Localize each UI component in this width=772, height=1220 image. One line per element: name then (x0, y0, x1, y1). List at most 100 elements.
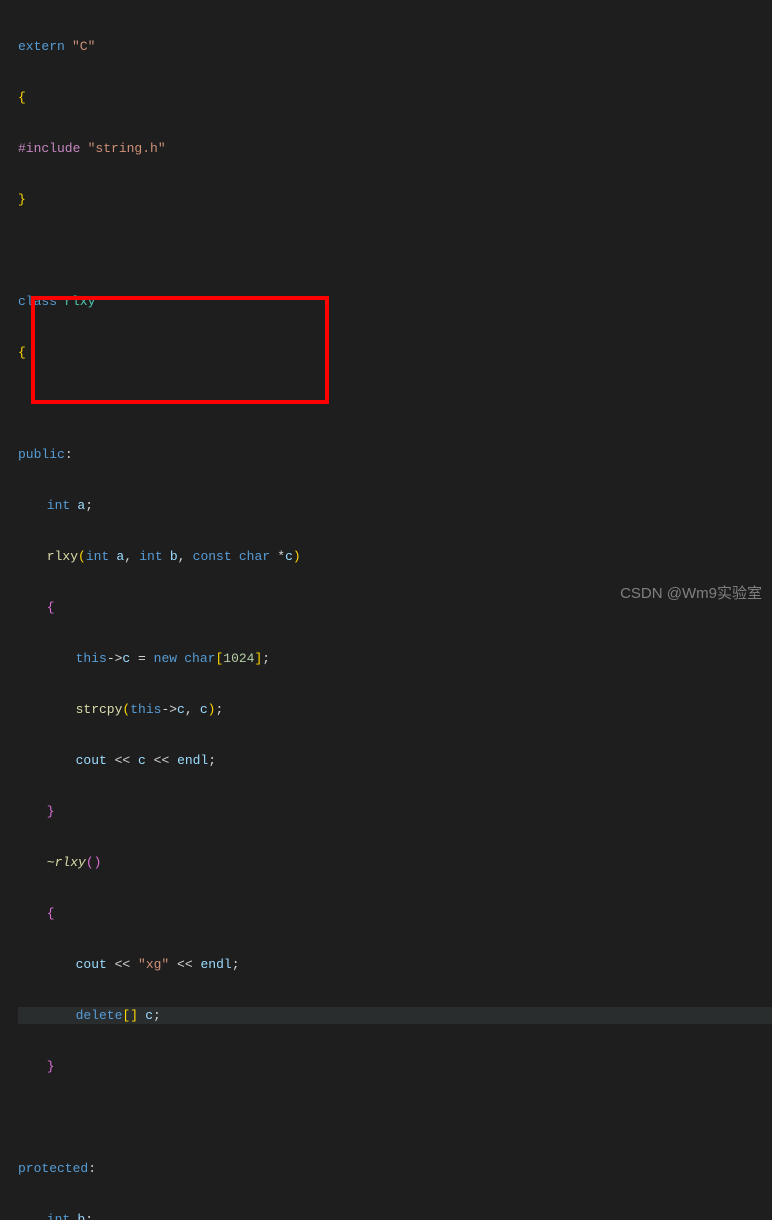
paren-open: ( (78, 548, 86, 565)
comma: , (185, 701, 193, 718)
code-line[interactable]: extern "C" (18, 38, 772, 55)
code-line[interactable]: cout << "xg" << endl; (18, 956, 772, 973)
dtor-name: rlxy (55, 854, 86, 871)
code-line[interactable] (18, 1109, 772, 1126)
keyword-char: char (184, 650, 215, 667)
paren-open: ( (86, 854, 94, 871)
arrow: -> (107, 650, 123, 667)
comma: , (178, 548, 186, 565)
semi: ; (215, 701, 223, 718)
var-b: b (77, 1211, 85, 1220)
code-line[interactable]: this->c = newchar[1024]; (18, 650, 772, 667)
keyword-this: this (76, 650, 107, 667)
brace-open: { (18, 344, 26, 361)
stream-op: << (107, 956, 138, 973)
semi: ; (262, 650, 270, 667)
arrow: -> (161, 701, 177, 718)
keyword-const: const (193, 548, 232, 565)
code-line[interactable]: #include "string.h" (18, 140, 772, 157)
brackets: [] (122, 1007, 138, 1024)
brace-open: { (47, 905, 55, 922)
keyword-extern: extern (18, 38, 65, 55)
code-line[interactable]: { (18, 89, 772, 106)
colon: : (88, 1160, 96, 1177)
keyword-int: int (86, 548, 109, 565)
param-b: b (170, 548, 178, 565)
var-c: c (138, 752, 146, 769)
string-literal: "C" (72, 38, 95, 55)
cout: cout (76, 752, 107, 769)
var-a: a (77, 497, 85, 514)
endl: endl (200, 956, 231, 973)
bracket-open: [ (215, 650, 223, 667)
watermark: CSDN @Wm9实验室 (620, 585, 762, 602)
code-line[interactable]: ~rlxy() (18, 854, 772, 871)
semi: ; (85, 497, 93, 514)
code-line[interactable]: { (18, 905, 772, 922)
code-line[interactable]: protected: (18, 1160, 772, 1177)
code-line[interactable]: } (18, 803, 772, 820)
string-literal: "xg" (138, 956, 169, 973)
assign: = (130, 650, 153, 667)
brace-open: { (18, 89, 26, 106)
var-c: c (145, 1007, 153, 1024)
tilde: ~ (47, 854, 55, 871)
brace-close: } (18, 191, 26, 208)
code-line[interactable] (18, 395, 772, 412)
code-line[interactable]: strcpy(this->c,c); (18, 701, 772, 718)
fn-strcpy: strcpy (76, 701, 123, 718)
colon: : (65, 446, 73, 463)
brace-close: } (47, 803, 55, 820)
keyword-public: public (18, 446, 65, 463)
code-line[interactable]: cout << c << endl; (18, 752, 772, 769)
endl: endl (177, 752, 208, 769)
keyword-int: int (47, 497, 70, 514)
brace-close: } (47, 1058, 55, 1075)
code-line-current[interactable]: delete[] c; (18, 1007, 772, 1024)
keyword-int: int (47, 1211, 70, 1220)
keyword-char: char (239, 548, 270, 565)
paren-open: ( (122, 701, 130, 718)
semi: ; (232, 956, 240, 973)
keyword-this: this (130, 701, 161, 718)
member-c: c (122, 650, 130, 667)
param-a: a (116, 548, 124, 565)
code-line[interactable]: { (18, 344, 772, 361)
ctor-name: rlxy (47, 548, 78, 565)
cout: cout (76, 956, 107, 973)
paren-close: ) (293, 548, 301, 565)
stream-op: << (146, 752, 177, 769)
paren-close: ) (208, 701, 216, 718)
keyword-class: class (18, 293, 57, 310)
param-c: c (285, 548, 293, 565)
code-editor[interactable]: extern"C" { #include"string.h" } classrl… (18, 0, 772, 1220)
code-line[interactable]: inta; (18, 497, 772, 514)
keyword-delete: delete (76, 1007, 123, 1024)
code-line[interactable]: } (18, 191, 772, 208)
bracket-close: ] (254, 650, 262, 667)
paren-close: ) (94, 854, 102, 871)
code-line[interactable]: rlxy(inta,intb,constchar*c) (18, 548, 772, 565)
keyword-new: new (154, 650, 177, 667)
stream-op: << (169, 956, 200, 973)
member-c: c (177, 701, 185, 718)
code-line[interactable] (18, 242, 772, 259)
var-c: c (200, 701, 208, 718)
code-line[interactable]: intb; (18, 1211, 772, 1220)
semi: ; (153, 1007, 161, 1024)
semi: ; (85, 1211, 93, 1220)
keyword-protected: protected (18, 1160, 88, 1177)
comma: , (124, 548, 132, 565)
class-name: rlxy (64, 293, 95, 310)
num-1024: 1024 (223, 650, 254, 667)
code-line[interactable]: class rlxy (18, 293, 772, 310)
string-literal: "string.h" (88, 140, 166, 157)
code-line[interactable]: public: (18, 446, 772, 463)
star: * (277, 548, 285, 565)
preproc-include: #include (18, 140, 80, 157)
semi: ; (208, 752, 216, 769)
keyword-int: int (139, 548, 162, 565)
code-line[interactable]: } (18, 1058, 772, 1075)
brace-open: { (47, 599, 55, 616)
stream-op: << (107, 752, 138, 769)
